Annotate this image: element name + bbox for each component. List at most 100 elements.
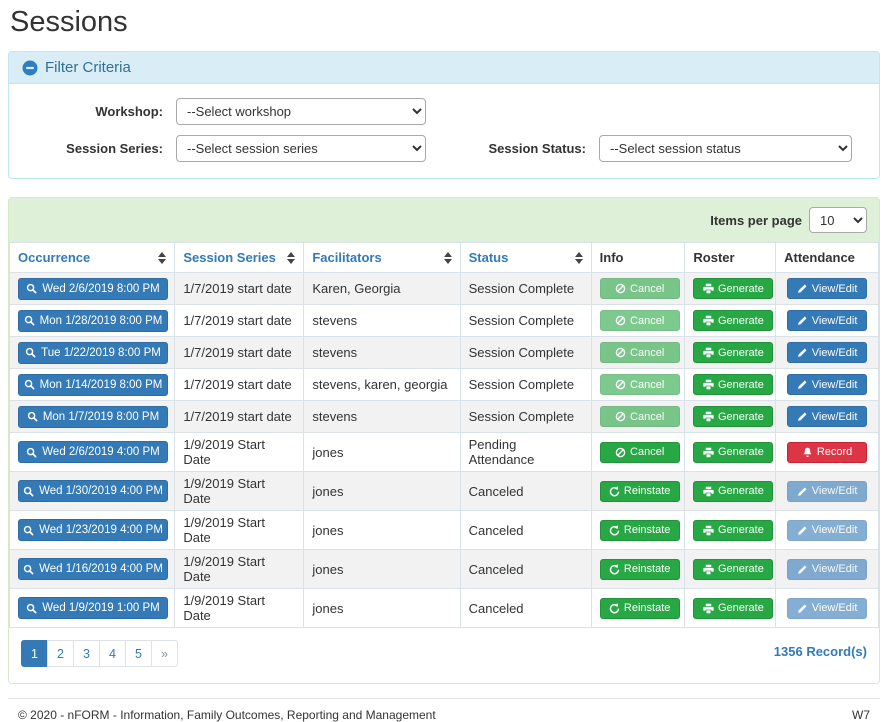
view-edit-button[interactable]: View/Edit: [787, 310, 867, 331]
status-cell: Session Complete: [460, 273, 591, 305]
page-1-button[interactable]: 1: [21, 640, 48, 667]
reinstate-button[interactable]: Reinstate: [600, 598, 680, 619]
session-series-select[interactable]: --Select session series: [176, 135, 426, 162]
attendance-cell: View/Edit: [776, 550, 879, 589]
attendance-cell: View/Edit: [776, 511, 879, 550]
attendance-cell: Record: [776, 433, 879, 472]
page-next-button[interactable]: »: [151, 640, 178, 667]
sort-icon: [287, 252, 295, 264]
view-edit-button[interactable]: View/Edit: [787, 342, 867, 363]
view-edit-button[interactable]: View/Edit: [787, 374, 867, 395]
ban-icon: [615, 379, 626, 390]
session-series-cell: 1/9/2019 Start Date: [175, 511, 304, 550]
generate-button[interactable]: Generate: [693, 559, 773, 580]
facilitators-cell: Karen, Georgia: [304, 273, 460, 305]
cancel-button[interactable]: Cancel: [600, 442, 680, 463]
column-header-occurrence[interactable]: Occurrence: [10, 243, 175, 273]
pencil-icon: [797, 564, 808, 575]
session-status-select[interactable]: --Select session status: [599, 135, 852, 162]
column-header-status[interactable]: Status: [460, 243, 591, 273]
reinstate-button[interactable]: Reinstate: [600, 559, 680, 580]
occurrence-button[interactable]: Mon 1/14/2019 8:00 PM: [18, 374, 168, 396]
occurrence-label: Wed 1/30/2019 4:00 PM: [39, 485, 163, 497]
occurrence-cell: Wed 2/6/2019 8:00 PM: [10, 273, 175, 305]
workshop-select[interactable]: --Select workshop: [176, 98, 426, 125]
occurrence-cell: Mon 1/7/2019 8:00 PM: [10, 401, 175, 433]
generate-button[interactable]: Generate: [693, 598, 773, 619]
generate-button[interactable]: Generate: [693, 342, 773, 363]
attendance-cell: View/Edit: [776, 472, 879, 511]
column-label: Status: [469, 250, 509, 265]
generate-button[interactable]: Generate: [693, 406, 773, 427]
occurrence-button[interactable]: Wed 1/23/2019 4:00 PM: [18, 519, 168, 541]
occurrence-cell: Mon 1/28/2019 8:00 PM: [10, 305, 175, 337]
pencil-icon: [797, 525, 808, 536]
pencil-icon: [797, 283, 808, 294]
column-header-attendance: Attendance: [776, 243, 879, 273]
generate-button[interactable]: Generate: [693, 310, 773, 331]
occurrence-button[interactable]: Mon 1/7/2019 8:00 PM: [18, 406, 168, 428]
page-2-button[interactable]: 2: [47, 640, 74, 667]
table-row: Mon 1/14/2019 8:00 PM1/7/2019 start date…: [10, 369, 879, 401]
occurrence-button[interactable]: Wed 2/6/2019 8:00 PM: [18, 278, 168, 300]
occurrence-cell: Mon 1/14/2019 8:00 PM: [10, 369, 175, 401]
button-label: Cancel: [630, 411, 664, 423]
pencil-icon: [797, 411, 808, 422]
page-4-button[interactable]: 4: [99, 640, 126, 667]
occurrence-button[interactable]: Mon 1/28/2019 8:00 PM: [18, 310, 168, 332]
sessions-table-panel: Items per page 10 OccurrenceSession Seri…: [8, 197, 880, 684]
generate-button[interactable]: Generate: [693, 278, 773, 299]
reinstate-button[interactable]: Reinstate: [600, 520, 680, 541]
view-edit-button: View/Edit: [787, 481, 867, 502]
occurrence-button[interactable]: Wed 1/16/2019 4:00 PM: [18, 558, 168, 580]
occurrence-button[interactable]: Wed 1/30/2019 4:00 PM: [18, 480, 168, 502]
session-series-cell: 1/7/2019 start date: [175, 337, 304, 369]
facilitators-cell: jones: [304, 589, 460, 628]
view-edit-button: View/Edit: [787, 520, 867, 541]
bell-icon: [802, 447, 813, 458]
cancel-button: Cancel: [600, 342, 680, 363]
records-count: 1356 Record(s): [774, 640, 867, 659]
occurrence-label: Mon 1/28/2019 8:00 PM: [40, 315, 163, 327]
record-button[interactable]: Record: [787, 442, 867, 463]
items-per-page-select[interactable]: 10: [809, 207, 867, 233]
cancel-button: Cancel: [600, 406, 680, 427]
roster-cell: Generate: [685, 369, 776, 401]
button-label: Generate: [718, 283, 764, 295]
occurrence-button[interactable]: Wed 1/9/2019 1:00 PM: [18, 597, 168, 619]
view-edit-button[interactable]: View/Edit: [787, 406, 867, 427]
occurrence-cell: Wed 1/16/2019 4:00 PM: [10, 550, 175, 589]
occurrence-button[interactable]: Wed 2/6/2019 4:00 PM: [18, 441, 168, 463]
generate-button[interactable]: Generate: [693, 481, 773, 502]
column-header-session-series[interactable]: Session Series: [175, 243, 304, 273]
print-icon: [703, 315, 714, 326]
undo-icon: [609, 603, 620, 614]
button-label: View/Edit: [812, 379, 858, 391]
search-icon: [26, 283, 37, 294]
pencil-icon: [797, 603, 808, 614]
page-3-button[interactable]: 3: [73, 640, 100, 667]
session-series-cell: 1/9/2019 Start Date: [175, 589, 304, 628]
reinstate-button[interactable]: Reinstate: [600, 481, 680, 502]
button-label: Generate: [718, 347, 764, 359]
status-cell: Session Complete: [460, 337, 591, 369]
occurrence-label: Wed 2/6/2019 8:00 PM: [42, 283, 159, 295]
cancel-button: Cancel: [600, 278, 680, 299]
status-cell: Canceled: [460, 550, 591, 589]
generate-button[interactable]: Generate: [693, 442, 773, 463]
button-label: Record: [817, 446, 852, 458]
view-edit-button[interactable]: View/Edit: [787, 278, 867, 299]
generate-button[interactable]: Generate: [693, 374, 773, 395]
button-label: Generate: [718, 485, 764, 497]
view-edit-button: View/Edit: [787, 559, 867, 580]
occurrence-cell: Wed 1/9/2019 1:00 PM: [10, 589, 175, 628]
print-icon: [703, 347, 714, 358]
page-5-button[interactable]: 5: [125, 640, 152, 667]
filter-criteria-header[interactable]: Filter Criteria: [9, 52, 879, 84]
cancel-button: Cancel: [600, 310, 680, 331]
occurrence-button[interactable]: Tue 1/22/2019 8:00 PM: [18, 342, 168, 364]
attendance-cell: View/Edit: [776, 589, 879, 628]
generate-button[interactable]: Generate: [693, 520, 773, 541]
facilitators-cell: stevens, karen, georgia: [304, 369, 460, 401]
column-header-facilitators[interactable]: Facilitators: [304, 243, 460, 273]
